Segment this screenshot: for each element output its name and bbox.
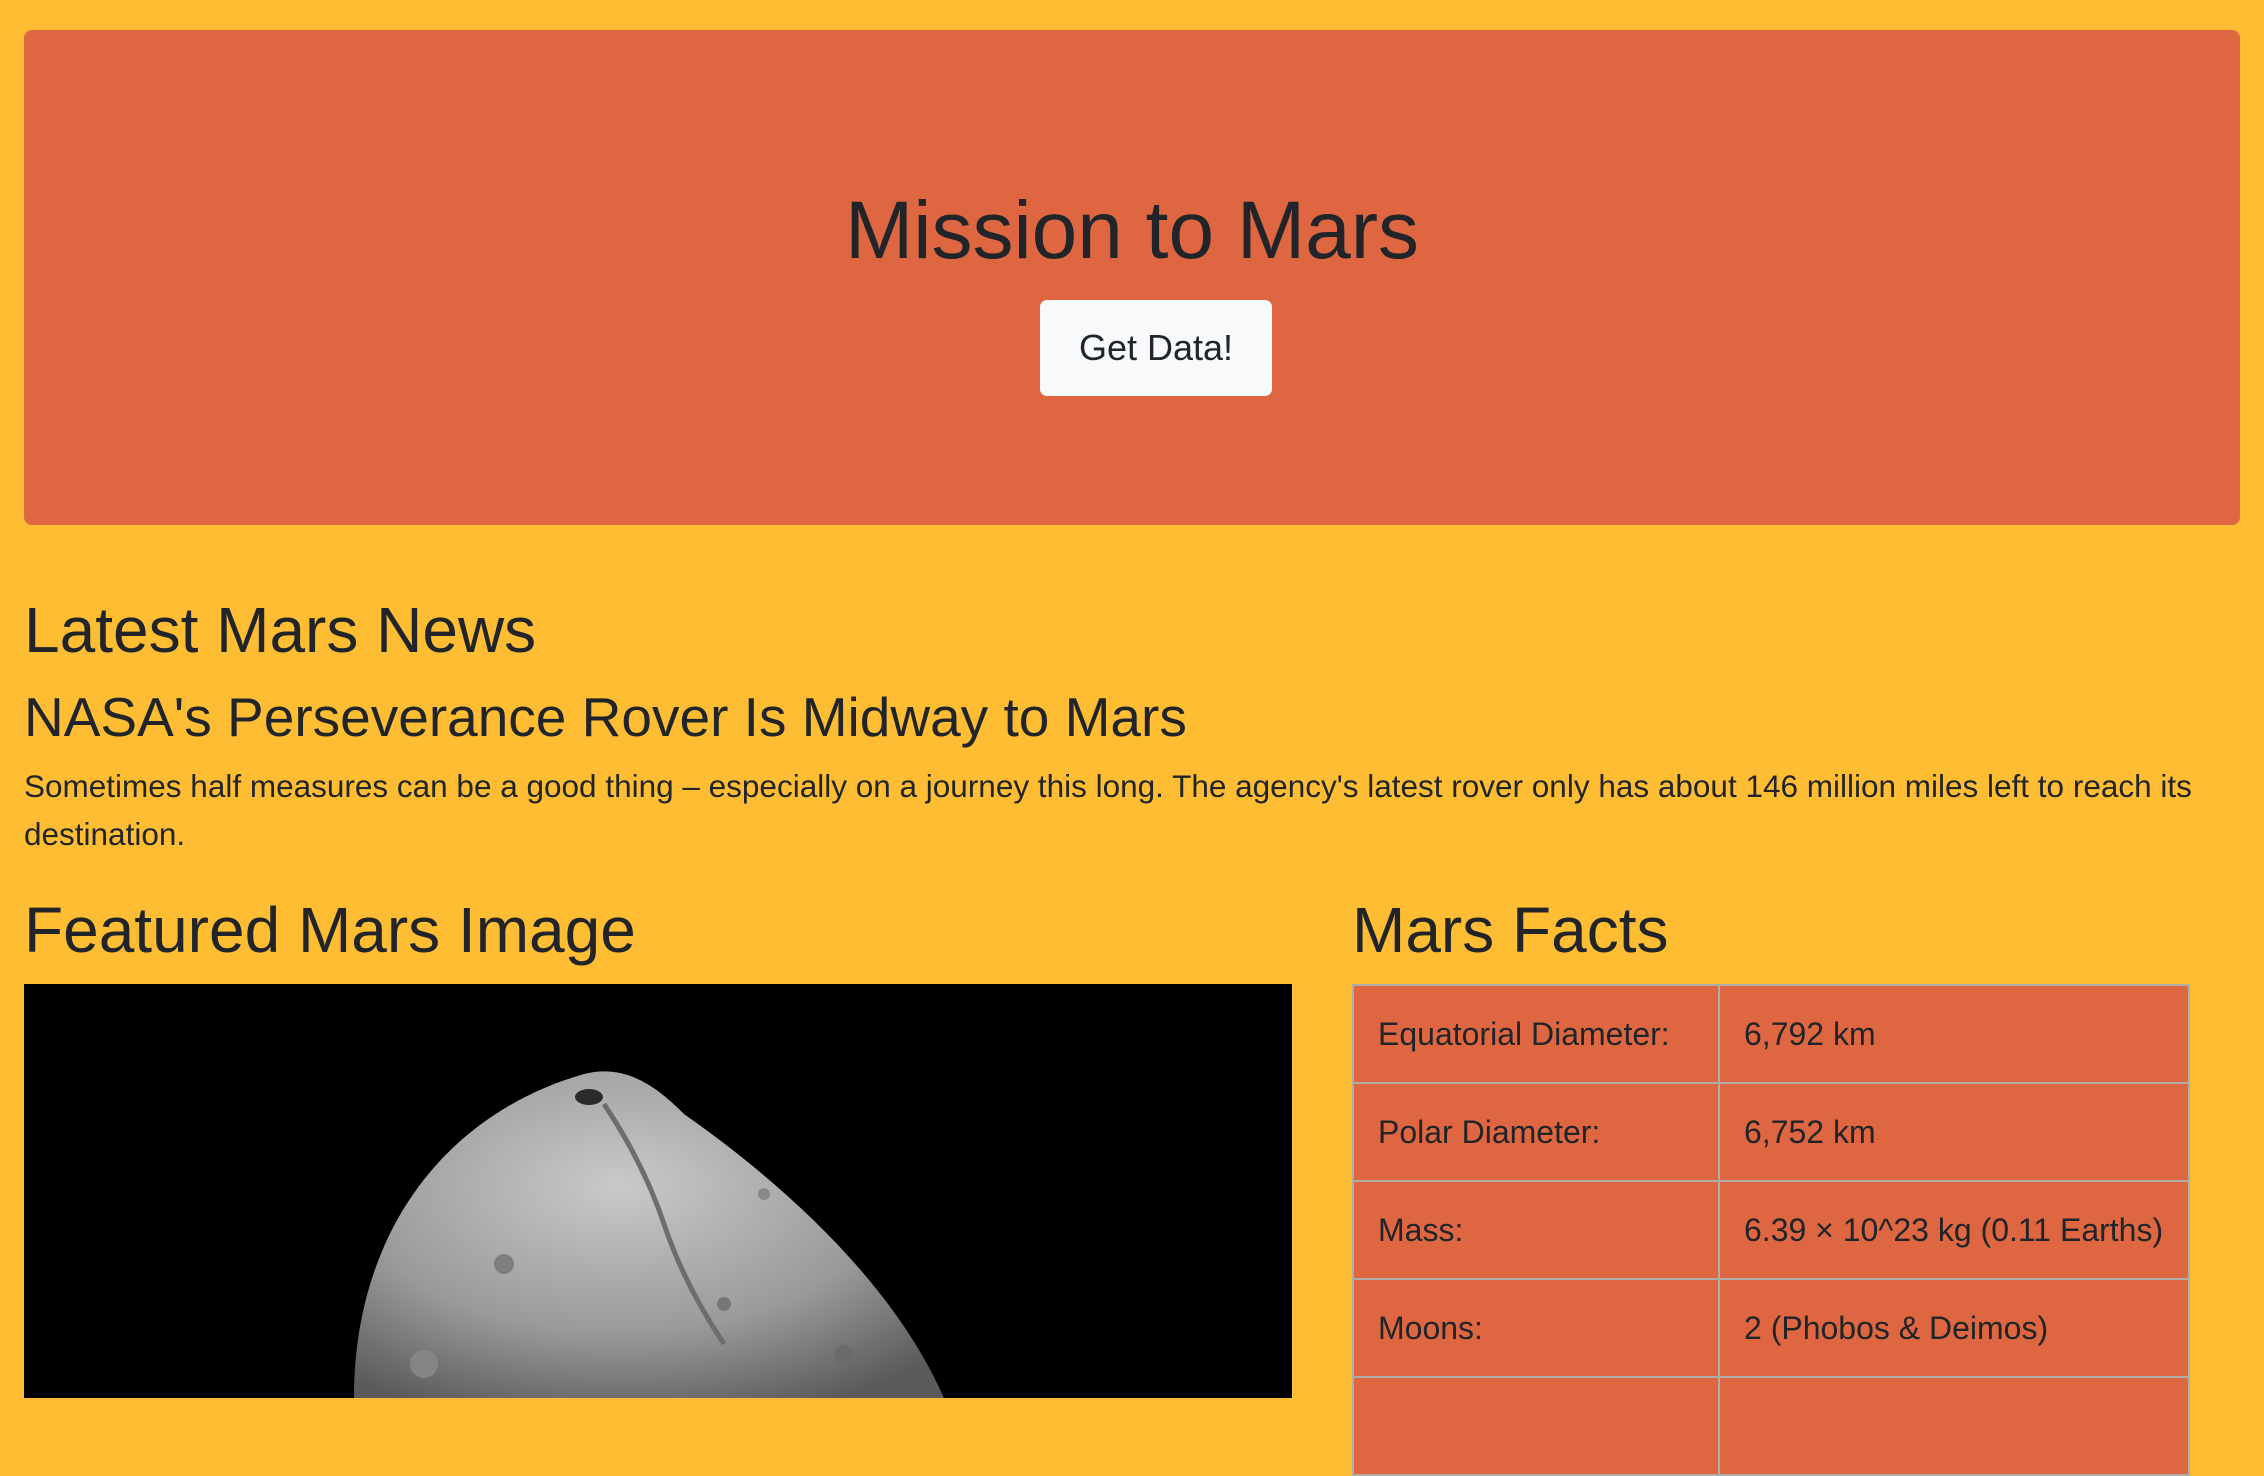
fact-label: Mass: bbox=[1352, 1180, 1720, 1280]
fact-label bbox=[1352, 1376, 1720, 1476]
moon-photo bbox=[24, 984, 1292, 1398]
fact-value: 6,752 km bbox=[1718, 1082, 2190, 1182]
latest-news-heading: Latest Mars News bbox=[24, 594, 537, 666]
table-row: Polar Diameter: 6,752 km bbox=[1352, 1082, 2190, 1182]
table-row: Equatorial Diameter: 6,792 km bbox=[1352, 984, 2190, 1084]
fact-label: Equatorial Diameter: bbox=[1352, 984, 1720, 1084]
table-row: Mass: 6.39 × 10^23 kg (0.11 Earths) bbox=[1352, 1180, 2190, 1280]
fact-value bbox=[1718, 1376, 2190, 1476]
mars-facts-table: Equatorial Diameter: 6,792 km Polar Diam… bbox=[1352, 984, 2190, 1476]
mars-facts-heading: Mars Facts bbox=[1352, 894, 1669, 966]
table-row: Moons: 2 (Phobos & Deimos) bbox=[1352, 1278, 2190, 1378]
fact-label: Moons: bbox=[1352, 1278, 1720, 1378]
news-teaser: Sometimes half measures can be a good th… bbox=[24, 768, 2192, 852]
fact-value: 2 (Phobos & Deimos) bbox=[1718, 1278, 2190, 1378]
news-headline: NASA's Perseverance Rover Is Midway to M… bbox=[24, 686, 1187, 748]
get-data-button[interactable]: Get Data! bbox=[1040, 300, 1272, 396]
featured-image-heading: Featured Mars Image bbox=[24, 894, 636, 966]
fact-value: 6.39 × 10^23 kg (0.11 Earths) bbox=[1718, 1180, 2190, 1280]
featured-mars-image bbox=[24, 984, 1292, 1398]
fact-label: Polar Diameter: bbox=[1352, 1082, 1720, 1182]
table-row bbox=[1352, 1376, 2190, 1476]
header-jumbotron: Mission to Mars Get Data! bbox=[24, 30, 2240, 525]
page-title: Mission to Mars bbox=[844, 185, 1420, 276]
fact-value: 6,792 km bbox=[1718, 984, 2190, 1084]
